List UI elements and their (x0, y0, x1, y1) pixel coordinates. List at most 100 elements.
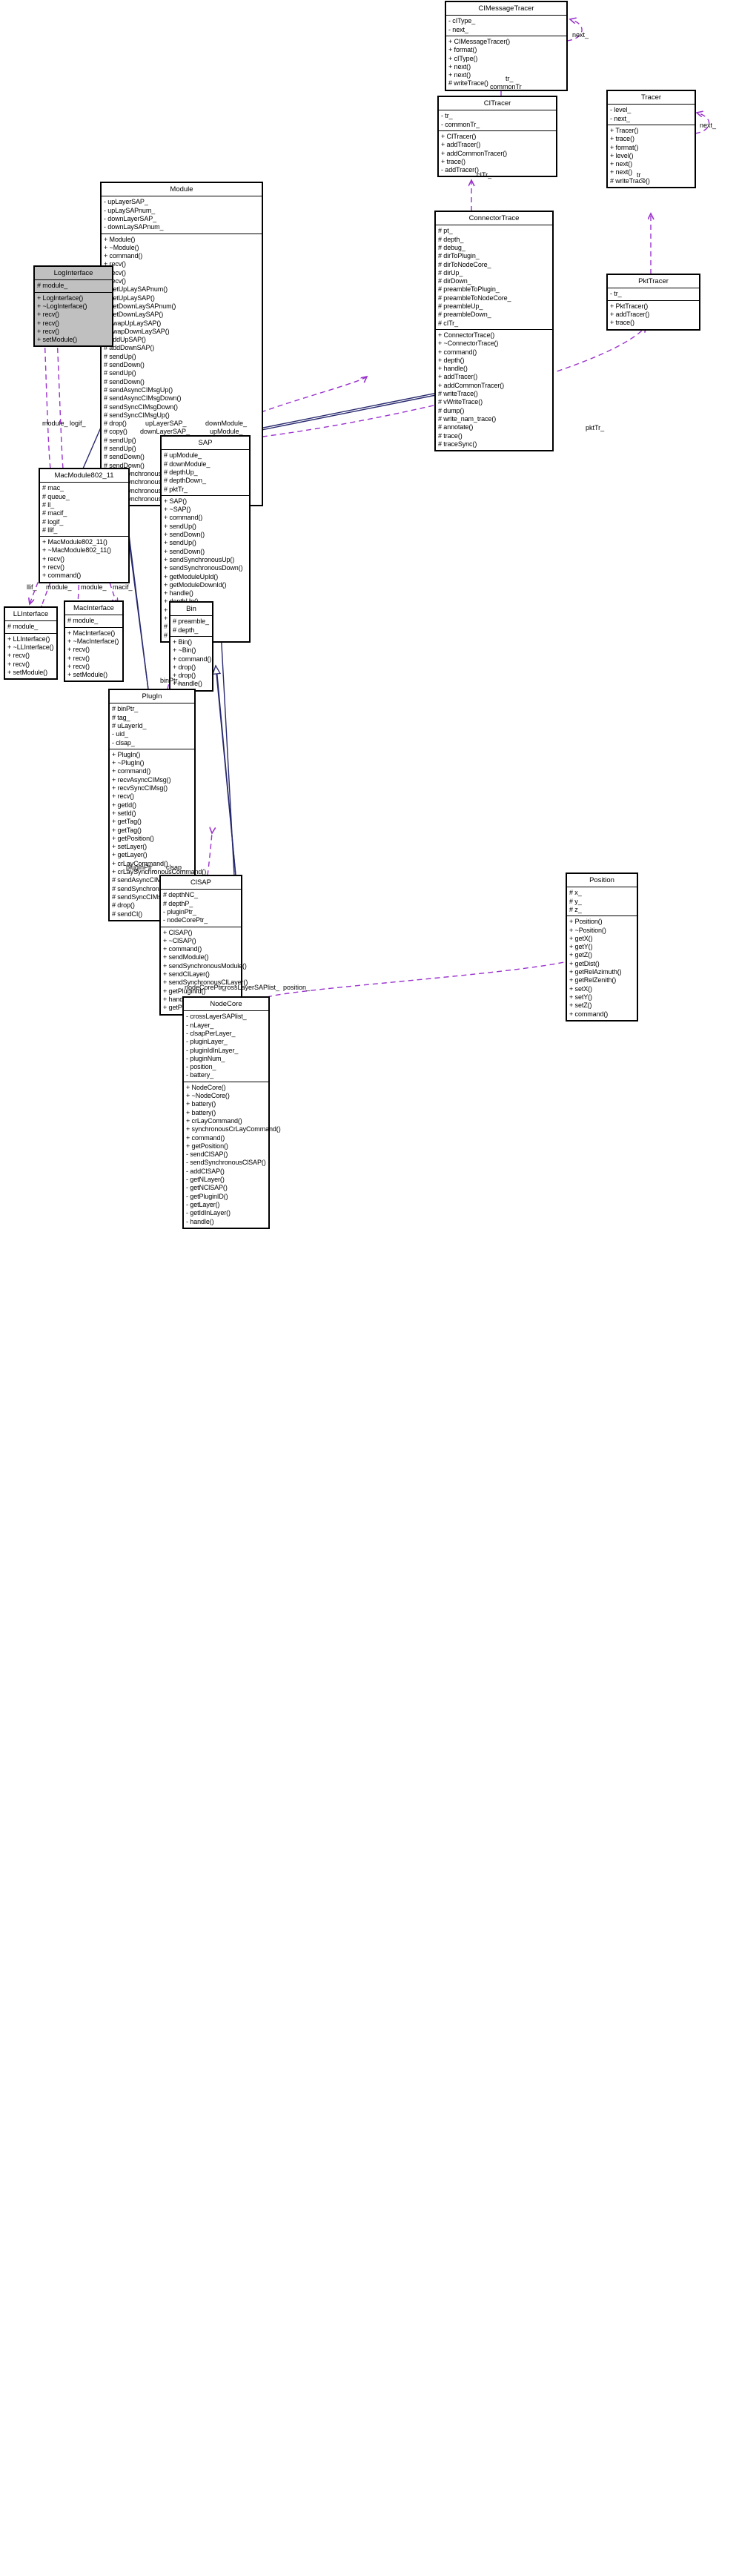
method-row: # sendUp() (104, 352, 136, 360)
method-row: + trace() (441, 157, 465, 165)
method-row: - getIdInLayer() (186, 1209, 231, 1217)
method-row: # sendSyncCIMsgDown() (104, 403, 178, 411)
attribute-row: # preamble_ (173, 617, 209, 626)
class-box-position[interactable]: Position # x_ # y_ # z_ + Position() + ~Posit… (566, 873, 638, 1022)
method-row: # annotate() (438, 423, 474, 431)
method-row: # writeTrace() (438, 390, 478, 398)
attribute-row: # ll_ (42, 501, 55, 509)
edge-label-pkttr: pktTr_ (586, 424, 605, 431)
attribute-row: # upModule_ (164, 451, 202, 460)
method-row: + ~SAP() (164, 506, 191, 514)
method-row: + addTracer() (610, 311, 650, 318)
method-row: + addTracer() (441, 141, 481, 149)
attribute-row: # tag_ (112, 713, 130, 721)
attribute-row: # debug_ (438, 244, 465, 251)
class-box-llinterface[interactable]: LLInterface # module_ + LLInterface() + ~LL… (4, 606, 58, 681)
edge-label-clsap-lbl: clsap_ (166, 864, 186, 871)
method-row: + CITracer() (441, 133, 477, 140)
class-box-loginterface[interactable]: LogInterface # module_ + LogInterface() + ~… (33, 265, 113, 348)
method-row: + Bin() (173, 638, 193, 646)
attribute-row: # preambleToPlugin_ (438, 285, 500, 294)
class-box-clsap[interactable]: ClSAP # depthNC_ # depthP_ - pluginPtr_ - no… (159, 875, 248, 1016)
class-box-citracer[interactable]: CITracer - tr_ - commonTr_ + CITracer() + ad… (437, 95, 557, 178)
attribute-row: - next_ (610, 114, 630, 122)
class-box-connectortrace[interactable]: ConnectorTrace # pt_ # depth_ # debug_ # dir… (434, 210, 554, 452)
method-row: + drop() (173, 663, 196, 671)
method-row: + recv() (67, 662, 90, 670)
class-diagram-canvas: CIMessageTracer - cIType_ - next_ + CIMessa… (0, 0, 739, 2576)
attribute-row: # pt_ (438, 227, 453, 235)
attribute-row: # depthP_ (163, 899, 193, 907)
attribute-row: # depth_ (438, 235, 464, 243)
class-box-tracer[interactable]: Tracer - level_ - next_ + Tracer() + trace()… (606, 89, 696, 189)
method-row: + getRelAzimuth() (569, 968, 622, 976)
attribute-list-citracer: - tr_ - commonTr_ (439, 110, 556, 131)
attribute-row: # y_ (569, 897, 582, 905)
method-row: + recv() (37, 327, 59, 335)
attribute-row: # preambleDown_ (438, 311, 491, 319)
method-row: + setId() (112, 809, 136, 817)
class-name-position: Position (567, 874, 637, 888)
method-row: + getTag() (112, 818, 142, 826)
class-box-pkttracer[interactable]: PktTracer - tr_ + PktTracer() + addTracer()… (606, 274, 700, 331)
method-row: + addCommonTracer() (438, 381, 505, 389)
class-box-macmodule802_11[interactable]: MacModule802_11 # mac_ # queue_ # ll_ # maci… (39, 468, 130, 583)
attribute-row: - pluginLayer_ (186, 1038, 228, 1046)
method-list-connectortrace: + ConnectorTrace() + ~ConnectorTrace() + c… (436, 330, 552, 450)
edge-label-crosslayersaplist: crossLayerSAPlist_ (222, 984, 280, 991)
method-row: + command() (569, 1010, 609, 1018)
class-box-nodecore[interactable]: NodeCore - crossLayerSAPlist_ - nLayer_ - c… (182, 996, 281, 1229)
attribute-row: - pluginNum_ (186, 1054, 225, 1062)
method-row: + ~LogInterface() (37, 302, 87, 310)
method-row: # sendAsyncCIMsgUp() (104, 385, 173, 394)
method-row: # sendDown() (104, 377, 145, 385)
class-name-loginterface: LogInterface (35, 267, 112, 281)
method-row: + getPosition() (186, 1142, 228, 1150)
method-row: # sendDown() (104, 361, 145, 369)
attribute-row: # logif_ (42, 517, 64, 526)
method-row: - sendSynchronousClSAP() (186, 1159, 266, 1167)
method-row: + recv() (67, 646, 90, 654)
method-row: + MacModule802_11() (42, 538, 107, 546)
method-row: + command() (112, 767, 151, 775)
attribute-row: # dirUp_ (438, 268, 463, 277)
method-list-macmodule802_11: + MacModule802_11() + ~MacModule802_11() +… (40, 537, 128, 581)
method-row: + format() (448, 46, 477, 54)
class-name-macmodule802_11: MacModule802_11 (40, 469, 128, 483)
method-row: + ~Position() (569, 926, 606, 934)
attribute-list-pkttracer: - tr_ (608, 288, 699, 301)
method-row: # sendSyncCIMsgUp() (104, 411, 170, 419)
attribute-row: # pktTr_ (164, 485, 188, 493)
edge-label-macif: macif_ (113, 583, 133, 591)
method-row: + sendSynchronousUp() (164, 555, 235, 563)
method-row: + sendDown() (164, 547, 205, 555)
method-row: + getModuleDownId() (164, 580, 227, 589)
attribute-row: # depthUp_ (164, 468, 198, 476)
method-row: + PktTracer() (610, 302, 649, 310)
method-row: + synchronousCrLayCommand() (186, 1125, 281, 1133)
method-row: + PlugIn() (112, 750, 141, 758)
attribute-row: # preambleToNodeCore_ (438, 294, 511, 302)
method-row: + CIMessageTracer() (448, 38, 511, 45)
attribute-row: - clsapPerLayer_ (186, 1030, 236, 1037)
method-row: + command() (438, 348, 477, 356)
method-row: + sendUp() (164, 539, 196, 547)
method-row: + recv() (42, 554, 64, 563)
method-row: + ~NodeCore() (186, 1092, 230, 1100)
method-row: + recvSyncCIMsg() (112, 784, 168, 792)
edge-label-downlayersap: downLayerSAP_ (140, 428, 190, 435)
class-box-macinterface[interactable]: MacInterface # module_ + MacInterface() + ~… (64, 600, 124, 683)
method-row: + ClSAP() (163, 928, 193, 936)
edge-label-tr-commontr: tr_ (506, 75, 514, 82)
method-row: + ~MacInterface() (67, 638, 119, 645)
edge-label-position-lbl: position_ (283, 984, 311, 991)
method-row: + recv() (67, 654, 90, 662)
method-list-llinterface: + LLInterface() + ~LLInterface() + recv() +… (5, 634, 56, 678)
method-row: + command() (164, 514, 203, 522)
method-row: + Module() (104, 235, 136, 243)
attribute-row: # module_ (7, 623, 39, 631)
attribute-row: # llif_ (42, 526, 58, 534)
method-list-tracer: + Tracer() + trace() + format() + level() + … (608, 125, 695, 187)
method-row: + getUpLaySAP() (104, 294, 155, 302)
attribute-row: # downModule_ (164, 460, 211, 468)
